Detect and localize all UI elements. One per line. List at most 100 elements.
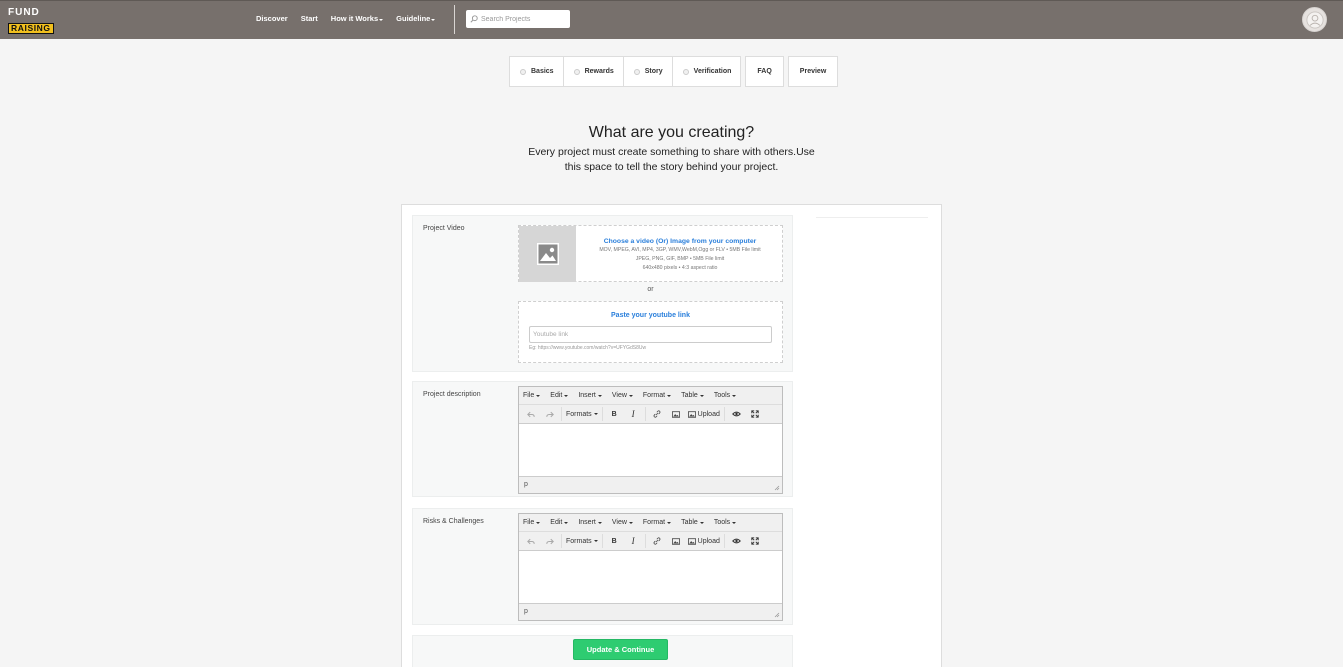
undo-icon[interactable]: [523, 407, 538, 422]
element-path: p: [524, 608, 528, 615]
step-faq-label: FAQ: [757, 68, 772, 75]
youtube-link-box: Paste your youtube link Eg: https://www.…: [518, 301, 783, 363]
menu-format-label: Format: [642, 519, 666, 526]
upload-instructions: Choose a video (Or) Image from your comp…: [577, 237, 783, 273]
menu-file[interactable]: File: [523, 519, 541, 526]
italic-button[interactable]: I: [626, 407, 641, 422]
nav-divider: [454, 5, 455, 34]
link-icon[interactable]: [650, 534, 665, 549]
caret-down-icon: [667, 394, 672, 397]
formats-dropdown[interactable]: Formats: [566, 534, 598, 549]
menu-tools-label: Tools: [713, 392, 731, 399]
sidebar-divider: [816, 217, 928, 218]
risks-challenges-label: Risks & Challenges: [423, 518, 484, 525]
user-avatar-icon: [1305, 10, 1324, 29]
media-upload-dropzone[interactable]: Choose a video (Or) Image from your comp…: [518, 225, 783, 282]
menu-view-label: View: [611, 392, 627, 399]
menu-file[interactable]: File: [523, 392, 541, 399]
youtube-link-input[interactable]: [529, 326, 772, 343]
bold-button[interactable]: B: [607, 407, 622, 422]
step-preview-label: Preview: [799, 68, 827, 75]
menu-table[interactable]: Table: [681, 392, 704, 399]
search-box[interactable]: [466, 10, 570, 28]
menu-insert[interactable]: Insert: [578, 519, 602, 526]
step-basics[interactable]: Basics: [510, 57, 564, 86]
youtube-title: Paste your youtube link: [611, 312, 690, 319]
caret-down-icon: [536, 521, 541, 524]
editor-toolbar: Formats B I Upload: [519, 405, 782, 424]
upload-button[interactable]: Upload: [687, 534, 720, 549]
caret-down-icon: [732, 394, 737, 397]
toolbar-separator: [644, 534, 646, 548]
menu-format[interactable]: Format: [642, 392, 672, 399]
resize-handle-icon[interactable]: [774, 612, 780, 618]
redo-icon[interactable]: [542, 534, 557, 549]
undo-icon[interactable]: [523, 534, 538, 549]
step-story[interactable]: Story: [624, 57, 673, 86]
update-continue-button[interactable]: Update & Continue: [573, 639, 668, 660]
menu-table-label: Table: [681, 392, 698, 399]
step-faq[interactable]: FAQ: [745, 56, 784, 87]
menu-format[interactable]: Format: [642, 519, 672, 526]
editor-menubar: File Edit Insert View Format Table Tools: [519, 514, 782, 532]
step-rewards[interactable]: Rewards: [564, 57, 624, 86]
page-title: What are you creating?: [588, 124, 755, 141]
italic-button[interactable]: I: [626, 534, 641, 549]
image-icon[interactable]: [669, 407, 684, 422]
brand-logo[interactable]: FUND RAISING: [8, 8, 54, 34]
caret-down-icon: [699, 394, 704, 397]
step-verification[interactable]: Verification: [673, 57, 741, 86]
resize-handle-icon[interactable]: [774, 485, 780, 491]
editor-toolbar: Formats B I Upload: [519, 532, 782, 551]
bold-button[interactable]: B: [607, 534, 622, 549]
nav-how-it-works[interactable]: How it Works: [331, 14, 384, 23]
preview-eye-icon[interactable]: [729, 534, 744, 549]
description-text-area[interactable]: [519, 424, 782, 474]
upload-title-link[interactable]: Choose a video (Or) Image from your comp…: [577, 237, 783, 246]
or-separator: or: [647, 286, 654, 293]
user-avatar[interactable]: [1302, 7, 1327, 32]
formats-dropdown[interactable]: Formats: [566, 407, 598, 422]
risks-text-area[interactable]: [519, 551, 782, 601]
menu-edit[interactable]: Edit: [550, 519, 569, 526]
caret-down-icon: [431, 18, 436, 21]
menu-tools[interactable]: Tools: [713, 392, 737, 399]
menu-insert-label: Insert: [578, 519, 596, 526]
brand-logo-line2: RAISING: [8, 23, 54, 34]
risks-challenges-section: Risks & Challenges File Edit Insert View…: [412, 508, 793, 625]
toolbar-separator: [723, 534, 725, 548]
menu-view[interactable]: View: [612, 392, 633, 399]
project-description-label: Project description: [423, 391, 481, 398]
step-preview[interactable]: Preview: [787, 56, 839, 87]
menu-tools[interactable]: Tools: [714, 519, 737, 526]
fullscreen-icon[interactable]: [748, 534, 763, 549]
nav-discover[interactable]: Discover: [256, 14, 288, 23]
image-icon[interactable]: [669, 534, 684, 549]
nav-start[interactable]: Start: [301, 14, 318, 23]
risks-editor: File Edit Insert View Format Table Tools…: [518, 513, 783, 621]
nav-guideline[interactable]: Guideline: [396, 14, 436, 23]
search-input[interactable]: [481, 15, 567, 23]
redo-icon[interactable]: [542, 407, 557, 422]
caret-down-icon: [699, 521, 704, 524]
caret-down-icon: [593, 540, 598, 542]
menu-view[interactable]: View: [612, 519, 633, 526]
menu-edit-label: Edit: [550, 519, 563, 526]
nav-guideline-label: Guideline: [396, 14, 431, 23]
image-icon: [536, 243, 559, 265]
project-description-section: Project description File Edit Insert Vie…: [412, 381, 793, 497]
link-icon[interactable]: [650, 407, 665, 422]
caret-down-icon: [628, 394, 633, 397]
menu-edit[interactable]: Edit: [550, 392, 569, 399]
preview-eye-icon[interactable]: [729, 407, 744, 422]
menu-format-label: Format: [642, 392, 666, 399]
caret-down-icon: [597, 394, 602, 397]
upload-button[interactable]: Upload: [687, 407, 720, 422]
toolbar-separator: [601, 534, 603, 548]
menu-insert[interactable]: Insert: [578, 392, 602, 399]
menu-insert-label: Insert: [578, 392, 596, 399]
element-path: p: [524, 481, 528, 488]
fullscreen-icon[interactable]: [748, 407, 763, 422]
menu-table[interactable]: Table: [681, 519, 704, 526]
step-basics-label: Basics: [531, 68, 554, 75]
